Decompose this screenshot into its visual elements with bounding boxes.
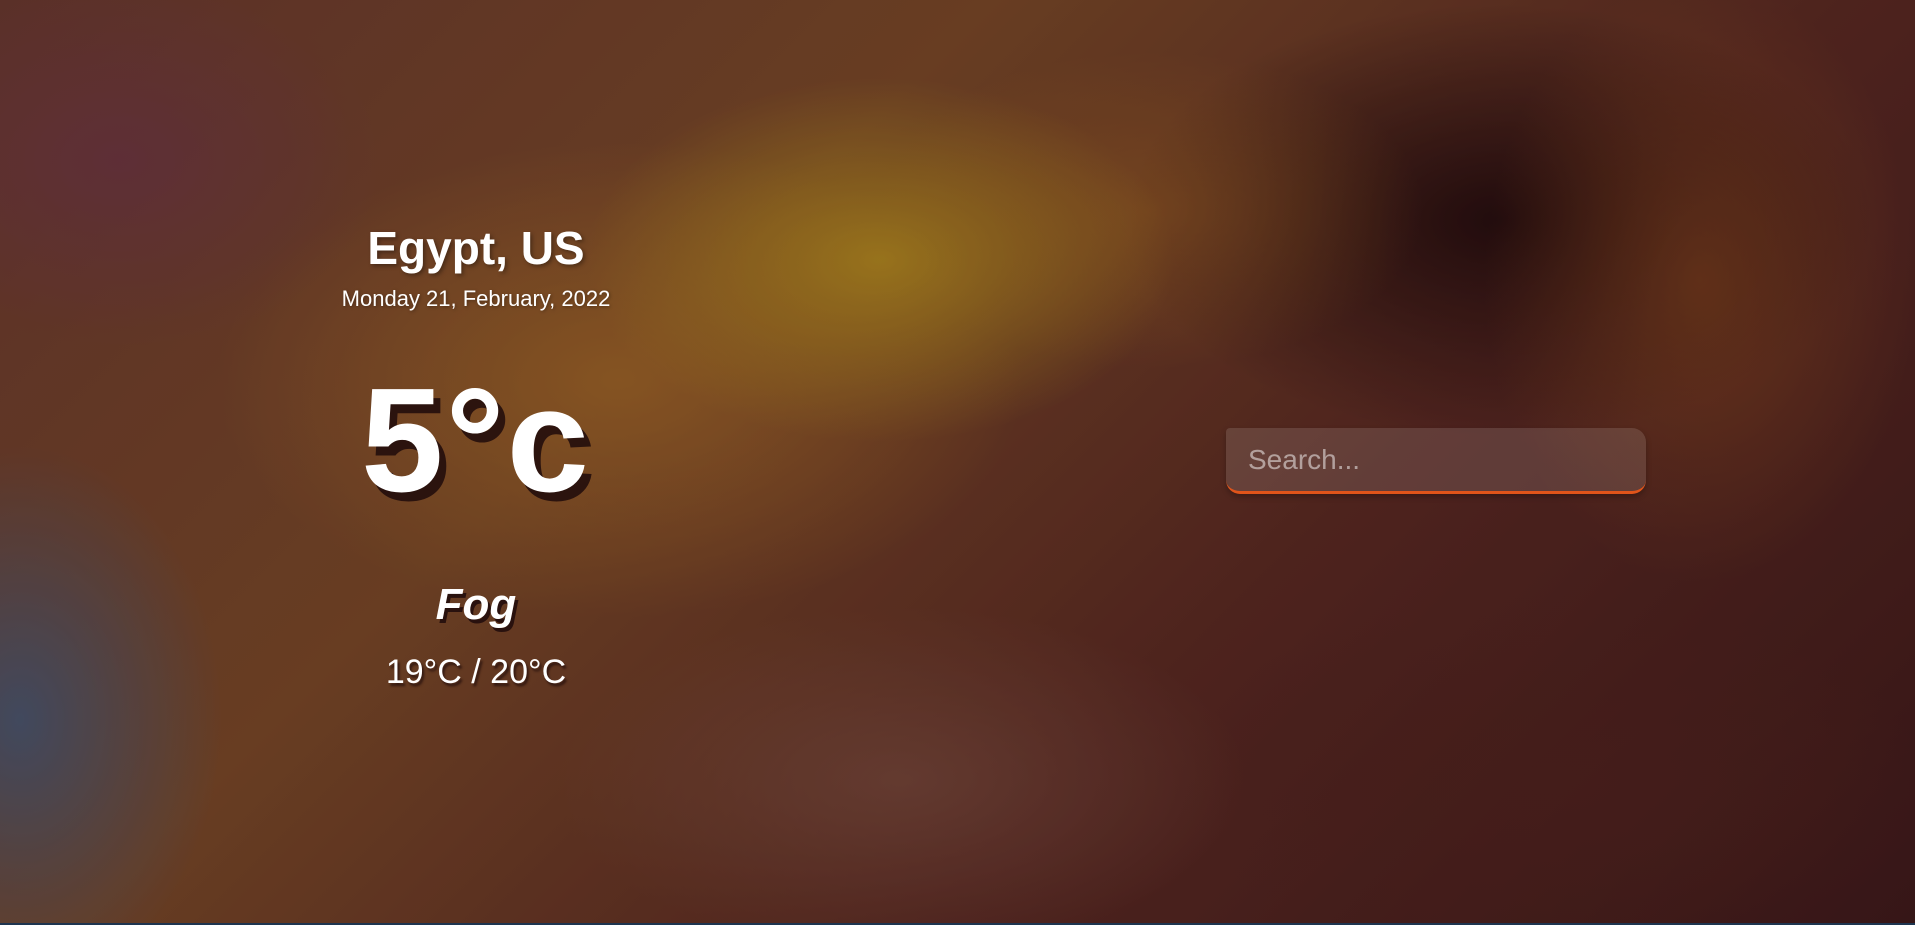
weather-app: Egypt, US Monday 21, February, 2022 5°c …	[0, 0, 1915, 925]
current-temperature: 5°c	[361, 358, 591, 523]
search-input[interactable]	[1226, 428, 1646, 494]
location-title: Egypt, US	[367, 222, 585, 274]
date-label: Monday 21, February, 2022	[341, 286, 611, 311]
weather-condition: Fog	[435, 580, 517, 629]
weather-panel: Egypt, US Monday 21, February, 2022 5°c …	[256, 215, 696, 693]
search-box	[1226, 428, 1646, 494]
temperature-range: 19°C / 20°C	[385, 653, 567, 691]
